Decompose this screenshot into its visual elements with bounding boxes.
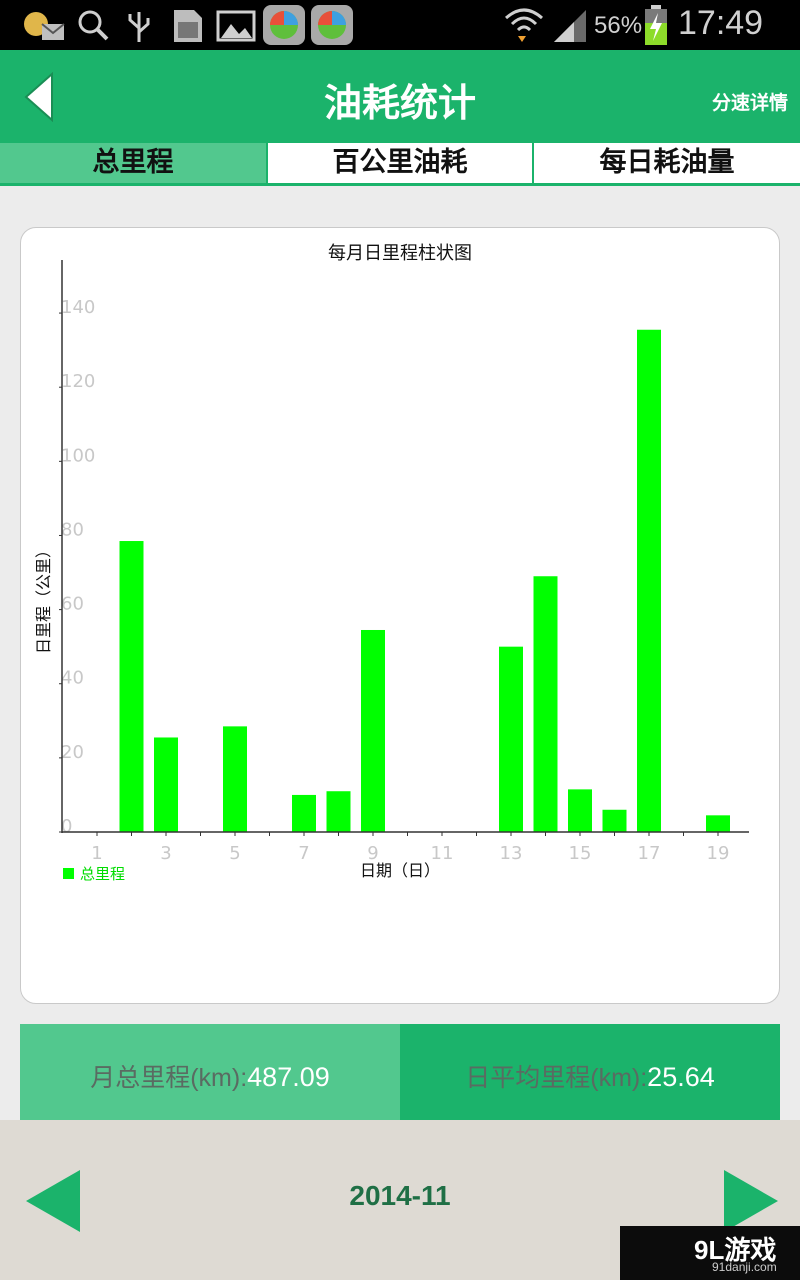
signal-icon [554,10,586,42]
app-store-icon [311,5,353,45]
tab-bar: 总里程 百公里油耗 每日耗油量 [0,140,800,186]
y-tick-label: 100 [61,445,95,466]
chart-card: 每月日里程柱状图 0 20 40 60 80 100 120 140 1 3 5 7 9 11 13 15 1… [20,227,780,1004]
sd-card-icon [174,10,202,42]
battery-charging-icon [645,5,667,45]
tab-fuel-per-100km[interactable]: 百公里油耗 [268,143,532,183]
bar-day-2 [119,541,144,832]
daily-average-value: 25.64 [647,1062,715,1092]
page-title: 油耗统计 [323,81,476,125]
daily-average-box: 日平均里程(km):25.64 [400,1024,780,1120]
bar-day-17 [637,329,661,832]
x-tick-label: 7 [298,843,309,864]
status-bar: 56% 17:49 [0,0,800,50]
gallery-icon [216,10,256,42]
app-store-icon [263,5,305,45]
y-tick-label: 120 [61,371,95,392]
y-tick-label: 20 [61,742,84,763]
battery-percent: 56% [594,12,643,39]
y-tick-label: 60 [61,594,84,615]
bar-day-8 [326,791,351,832]
bar-day-16 [602,809,627,832]
bar-day-9 [361,629,385,832]
bar-day-7 [292,794,316,832]
search-icon [78,10,109,41]
monthly-total-box: 月总里程(km):487.09 [20,1024,400,1120]
bar-day-13 [499,646,523,832]
chart-title: 每月日里程柱状图 [328,243,472,264]
bar-day-19 [706,815,730,832]
y-tick-label: 140 [61,297,95,318]
x-axis-label: 日期（日） [360,861,440,880]
monthly-total-label: 月总里程(km): [90,1064,248,1092]
y-tick-label: 80 [61,519,84,540]
current-month: 2014-11 [349,1180,451,1211]
x-tick-label: 13 [500,843,523,864]
app-bar: 油耗统计 分速详情 [0,50,800,140]
watermark-site: 91danji.com [712,1260,777,1274]
bar-day-5 [223,726,247,832]
legend-label: 总里程 [80,865,125,883]
usb-icon [128,12,150,42]
daily-average-label: 日平均里程(km): [465,1064,648,1092]
clock: 17:49 [678,4,764,42]
summary-panel: 月总里程(km):487.09 日平均里程(km):25.64 [20,1024,780,1120]
monthly-total-value: 487.09 [247,1062,330,1092]
mileage-bar-chart: 每月日里程柱状图 020406080100120140 1 3 5 7 9 11 13 15 1… [34,243,749,883]
x-tick-label: 3 [160,843,171,864]
x-tick-label: 19 [707,843,730,864]
tab-daily-fuel[interactable]: 每日耗油量 [534,143,800,183]
wifi-icon [505,8,543,42]
legend-swatch [63,868,74,879]
x-tick-label: 1 [91,843,102,864]
bar-day-14 [533,576,558,832]
bar-day-15 [568,789,592,832]
tab-total-mileage[interactable]: 总里程 [0,143,266,183]
site-watermark: 9L游戏 91danji.com [620,1226,800,1280]
y-tick-label: 40 [61,668,84,689]
x-tick-label: 15 [569,843,592,864]
bar-day-3 [154,737,178,832]
x-tick-label: 17 [638,843,661,864]
x-tick-label: 5 [229,843,240,864]
next-arrow-icon[interactable] [722,1170,778,1232]
y-axis-label: 日里程（公里） [34,542,53,654]
app-notification-icon [24,12,65,40]
speed-detail-link[interactable]: 分速详情 [712,88,788,115]
